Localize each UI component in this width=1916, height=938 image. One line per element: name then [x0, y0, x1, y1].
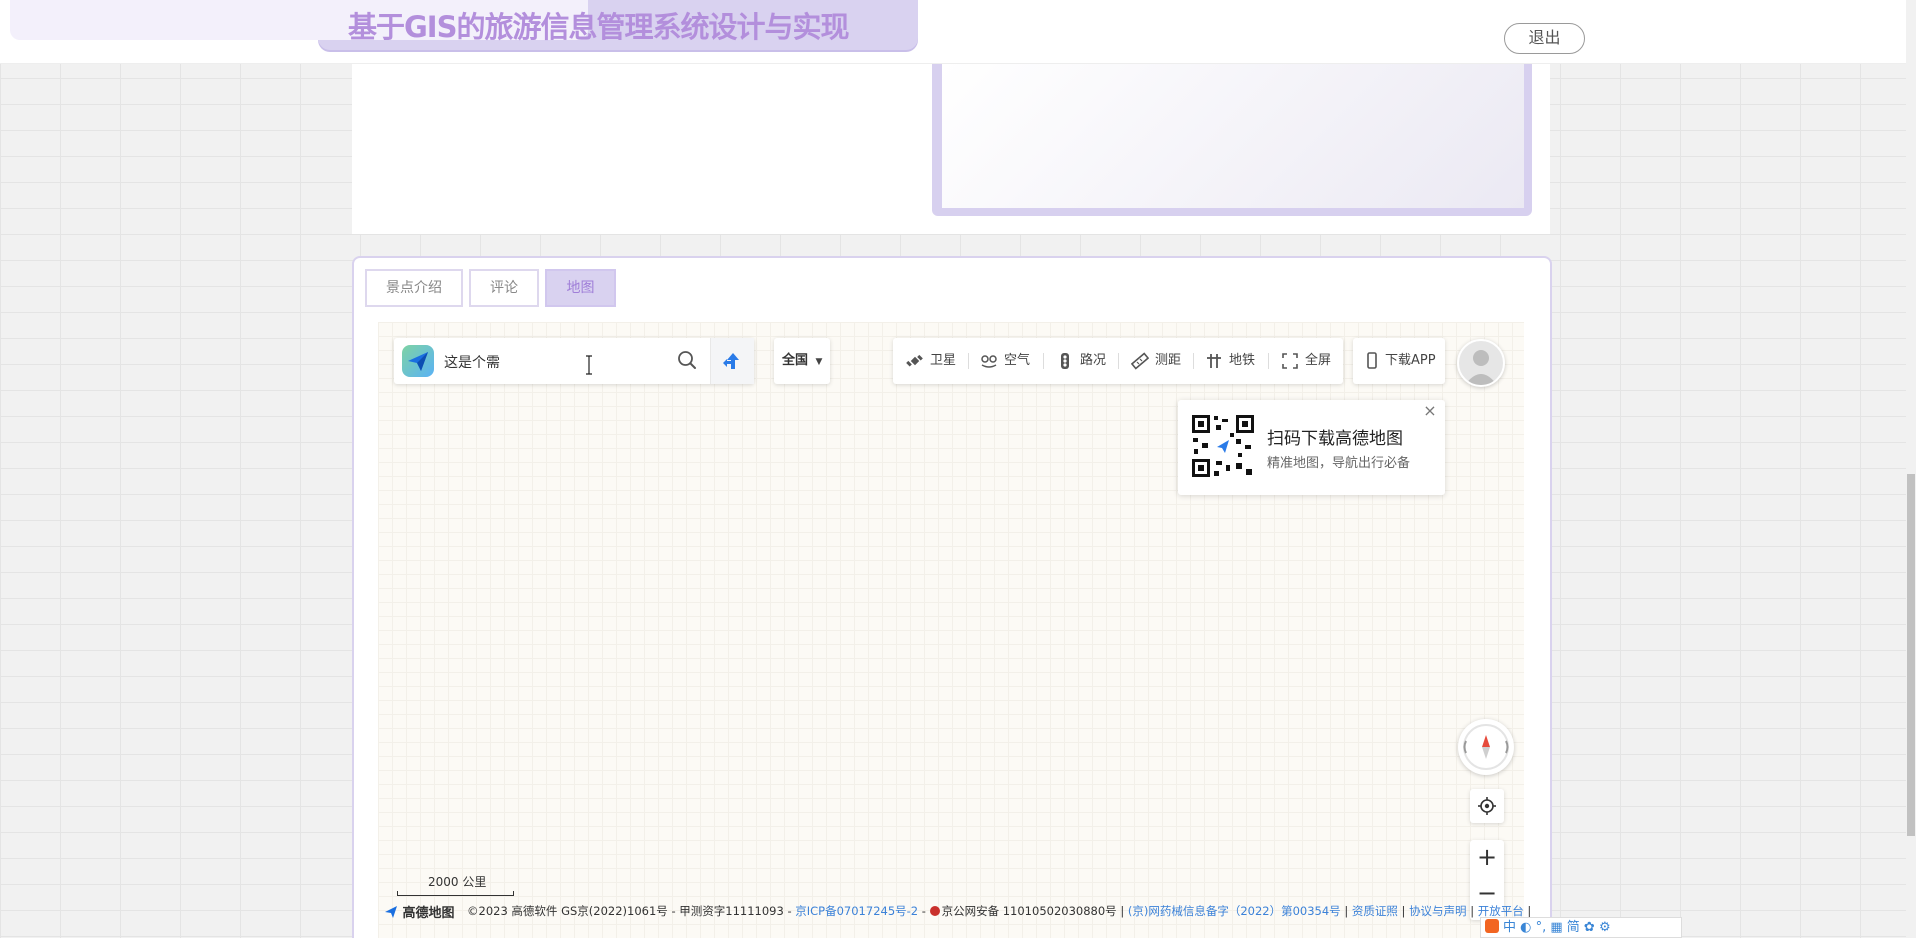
- toolbar-divider: [968, 353, 969, 369]
- satellite-label: 卫星: [930, 353, 957, 368]
- qr-code-image: [1190, 413, 1256, 479]
- sogou-icon: [1485, 919, 1499, 933]
- fullscreen-button[interactable]: 全屏: [1281, 338, 1337, 384]
- amap-footer-logo: 高德地图: [384, 902, 455, 921]
- qr-subtitle: 精准地图，导航出行必备: [1267, 456, 1411, 471]
- police-badge-icon: [929, 906, 940, 916]
- locate-icon: [1478, 797, 1496, 815]
- footer-sep: |: [1466, 904, 1478, 918]
- amap-small-logo-icon: [385, 906, 397, 918]
- footer-sep: |: [1340, 904, 1352, 918]
- qr-close-icon[interactable]: ×: [1422, 403, 1438, 419]
- ime-status-text: 中 ◐ °, ▦ 简 ✿ ⚙: [1503, 920, 1611, 935]
- logout-button[interactable]: 退出: [1504, 23, 1585, 54]
- satellite-button[interactable]: 卫星: [906, 338, 962, 384]
- caret-down-icon: ▼: [815, 357, 823, 367]
- air-label: 空气: [1004, 353, 1031, 368]
- city-select[interactable]: 全国 ▼: [774, 338, 830, 384]
- footer-license-link[interactable]: 资质证照: [1352, 904, 1398, 918]
- fullscreen-icon: [1282, 353, 1298, 369]
- ime-toolbar[interactable]: 中 ◐ °, ▦ 简 ✿ ⚙: [1480, 917, 1682, 938]
- scale-label: 2000 公里: [428, 875, 487, 889]
- user-avatar-icon: [1465, 350, 1497, 385]
- download-app-label: 下载APP: [1385, 353, 1436, 368]
- traffic-icon: [1061, 353, 1069, 369]
- tab-comments[interactable]: 评论: [469, 269, 539, 307]
- tab-scenic-intro[interactable]: 景点介绍: [365, 269, 463, 307]
- user-avatar[interactable]: [1457, 339, 1505, 387]
- footer-sep: -: [918, 904, 930, 918]
- toolbar-divider: [1043, 353, 1044, 369]
- measure-label: 测距: [1155, 353, 1182, 368]
- toolbar-divider: [1268, 353, 1269, 369]
- preview-image: [942, 64, 1524, 208]
- compass-control[interactable]: [1458, 719, 1514, 775]
- footer-agreement-link[interactable]: 协议与声明: [1409, 904, 1467, 918]
- footer-copyright: ©2023 高德软件 GS京(2022)1061号 - 甲测资字11111093…: [467, 904, 796, 918]
- route-button[interactable]: [710, 338, 754, 384]
- ruler-icon: [1131, 352, 1149, 370]
- satellite-icon: [906, 354, 923, 367]
- tab-map[interactable]: 地图: [545, 269, 616, 307]
- scrollbar-thumb[interactable]: [1907, 474, 1915, 836]
- fullscreen-label: 全屏: [1305, 353, 1332, 368]
- locate-button[interactable]: [1470, 789, 1504, 823]
- city-select-label: 全国: [782, 353, 809, 368]
- subway-label: 地铁: [1229, 353, 1256, 368]
- zoom-in-icon[interactable]: +: [1470, 840, 1504, 874]
- traffic-button[interactable]: 路况: [1056, 338, 1112, 384]
- search-icon[interactable]: [676, 349, 698, 371]
- download-app-button[interactable]: 下载APP: [1353, 338, 1445, 384]
- measure-button[interactable]: 测距: [1131, 338, 1187, 384]
- subway-button[interactable]: 地铁: [1205, 338, 1261, 384]
- map-search-input[interactable]: [444, 352, 664, 372]
- map-footer: ©2023 高德软件 GS京(2022)1061号 - 甲测资字11111093…: [467, 903, 1531, 919]
- footer-sep: |: [1523, 904, 1532, 918]
- toolbar-divider: [1193, 353, 1194, 369]
- amap-footer-label: 高德地图: [402, 906, 455, 921]
- compass-icon: [1463, 724, 1509, 770]
- toolbar-divider: [1118, 353, 1119, 369]
- footer-medical-link[interactable]: (京)网药械信息备字（2022）第00354号: [1128, 904, 1341, 918]
- text-cursor-icon: [584, 355, 594, 375]
- footer-open-platform-link[interactable]: 开放平台: [1478, 904, 1524, 918]
- traffic-label: 路况: [1080, 353, 1107, 368]
- scale-bar: [397, 891, 514, 896]
- subway-icon: [1207, 354, 1221, 368]
- footer-police: 京公网安备 11010502030880号 |: [941, 904, 1128, 918]
- page-title: 基于GIS的旅游信息管理系统设计与实现: [348, 10, 849, 44]
- air-icon: [981, 355, 997, 368]
- amap-logo-icon: [402, 345, 434, 377]
- phone-icon: [1367, 352, 1377, 369]
- footer-icp-link[interactable]: 京ICP备07017245号-2: [795, 904, 918, 918]
- qr-title: 扫码下载高德地图: [1267, 429, 1403, 449]
- footer-sep: |: [1397, 904, 1410, 918]
- air-button[interactable]: 空气: [980, 338, 1036, 384]
